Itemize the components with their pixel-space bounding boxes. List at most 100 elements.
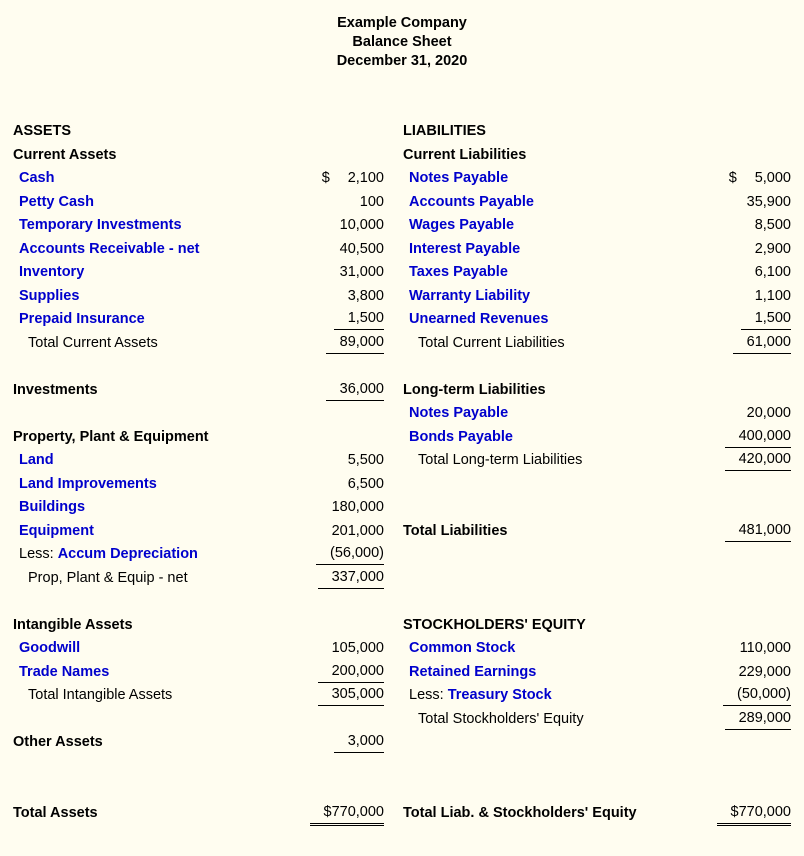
account-link-cash[interactable]: Cash (19, 167, 54, 191)
amount-bonds-payable: 400,000 (724, 426, 791, 448)
amount-treasury-stock: (50,000) (722, 684, 791, 706)
equity-heading-row: STOCKHOLDERS' EQUITY (403, 614, 791, 638)
amount-petty-cash: 100 (359, 193, 384, 210)
account-link-common-stock[interactable]: Common Stock (409, 637, 515, 661)
table-row: Land 5,500 (13, 449, 384, 473)
amount-accounts-payable: 35,900 (746, 193, 791, 210)
table-row: Retained Earnings 229,000 (403, 661, 791, 685)
subtotal-row: Total Current Liabilities 61,000 (403, 332, 791, 356)
account-link-accum-depreciation[interactable]: Accum Depreciation (58, 546, 198, 562)
table-row: Cash $2,100 (13, 167, 384, 191)
account-link-equipment[interactable]: Equipment (19, 520, 94, 544)
account-link-treasury-stock[interactable]: Treasury Stock (448, 687, 552, 703)
account-link-prepaid-insurance[interactable]: Prepaid Insurance (19, 308, 145, 332)
total-liabilities-equity-row: Total Liab. & Stockholders' Equity $770,… (403, 802, 791, 826)
account-link-petty-cash[interactable]: Petty Cash (19, 191, 94, 215)
less-prefix: Less: (19, 546, 54, 562)
table-row: Buildings 180,000 (13, 496, 384, 520)
table-row: Land Improvements 6,500 (13, 473, 384, 497)
current-liabilities-heading-row: Current Liabilities (403, 144, 791, 168)
currency-symbol: $ (321, 170, 330, 186)
amount-taxes-payable: 6,100 (754, 264, 791, 280)
account-link-interest-payable[interactable]: Interest Payable (409, 238, 520, 262)
account-link-bonds-payable[interactable]: Bonds Payable (409, 426, 513, 450)
total-current-assets-amount: 89,000 (325, 332, 384, 354)
amount-equipment: 201,000 (331, 522, 384, 539)
account-link-goodwill[interactable]: Goodwill (19, 637, 80, 661)
amount-supplies: 3,800 (347, 287, 384, 304)
account-link-unearned-revenues[interactable]: Unearned Revenues (409, 308, 548, 332)
statement-date: December 31, 2020 (336, 53, 468, 69)
investments-row: Investments 36,000 (13, 379, 384, 403)
account-link-buildings[interactable]: Buildings (19, 496, 85, 520)
account-link-warranty-liability[interactable]: Warranty Liability (409, 285, 530, 309)
total-longterm-liabilities-amount: 420,000 (724, 449, 791, 471)
table-row: Prepaid Insurance 1,500 (13, 308, 384, 332)
investments-label: Investments (13, 381, 98, 398)
table-row: Taxes Payable 6,100 (403, 261, 791, 285)
total-stockholders-equity-amount: 289,000 (724, 708, 791, 730)
account-link-supplies[interactable]: Supplies (19, 285, 79, 309)
liabilities-heading: LIABILITIES (403, 123, 486, 139)
account-link-land-improvements[interactable]: Land Improvements (19, 473, 157, 497)
account-link-taxes-payable[interactable]: Taxes Payable (409, 261, 508, 285)
other-assets-amount: 3,000 (333, 731, 384, 753)
table-row: Equipment 201,000 (13, 520, 384, 544)
table-row: Accounts Payable 35,900 (403, 191, 791, 215)
account-link-temporary-investments[interactable]: Temporary Investments (19, 214, 182, 238)
total-liabilities-label: Total Liabilities (403, 522, 508, 539)
longterm-liabilities-heading-row: Long-term Liabilities (403, 379, 791, 403)
total-intangible-assets-amount: 305,000 (317, 684, 384, 706)
account-link-wages-payable[interactable]: Wages Payable (409, 214, 514, 238)
subtotal-row: Total Current Assets 89,000 (13, 332, 384, 356)
amount-common-stock: 110,000 (739, 640, 791, 656)
account-link-trade-names[interactable]: Trade Names (19, 661, 109, 685)
total-current-liabilities-label: Total Current Liabilities (418, 334, 565, 351)
treasury-stock-row-label: Less: Treasury Stock (409, 684, 552, 708)
account-link-accounts-payable[interactable]: Accounts Payable (409, 191, 534, 215)
total-stockholders-equity-label: Total Stockholders' Equity (418, 710, 584, 727)
intangible-assets-heading: Intangible Assets (13, 616, 133, 633)
current-liabilities-heading: Current Liabilities (403, 146, 527, 163)
amount-land-improvements: 6,500 (347, 475, 384, 492)
amount-unearned-revenues: 1,500 (740, 308, 791, 330)
amount-cash: $2,100 (308, 167, 384, 191)
account-link-notes-payable-current[interactable]: Notes Payable (409, 167, 508, 191)
account-link-inventory[interactable]: Inventory (19, 261, 84, 285)
amount-buildings: 180,000 (331, 499, 384, 515)
total-liabilities-row: Total Liabilities 481,000 (403, 520, 791, 544)
table-row: Bonds Payable 400,000 (403, 426, 791, 450)
table-row: Common Stock 110,000 (403, 637, 791, 661)
total-liabilities-amount: 481,000 (724, 520, 791, 542)
total-current-assets-label: Total Current Assets (28, 334, 158, 351)
total-liabilities-equity-amount: $770,000 (716, 802, 791, 826)
account-link-notes-payable-longterm[interactable]: Notes Payable (409, 402, 508, 426)
total-liabilities-equity-label: Total Liab. & Stockholders' Equity (403, 804, 637, 821)
assets-heading-row: ASSETS (13, 120, 384, 144)
amount-wages-payable: 8,500 (754, 217, 791, 233)
stockholders-equity-heading: STOCKHOLDERS' EQUITY (403, 616, 586, 633)
table-row: Supplies 3,800 (13, 285, 384, 309)
account-link-retained-earnings[interactable]: Retained Earnings (409, 661, 536, 685)
total-intangible-assets-label: Total Intangible Assets (28, 687, 173, 703)
assets-heading: ASSETS (13, 123, 72, 139)
account-link-land[interactable]: Land (19, 449, 54, 473)
statement-name: Balance Sheet (352, 34, 452, 50)
total-longterm-liabilities-label: Total Long-term Liabilities (418, 452, 583, 468)
total-assets-label: Total Assets (13, 804, 98, 821)
account-link-accounts-receivable[interactable]: Accounts Receivable - net (19, 238, 200, 262)
amount-notes-payable-current: $5,000 (715, 167, 791, 191)
table-row: Inventory 31,000 (13, 261, 384, 285)
subtotal-row: Prop, Plant & Equip - net 337,000 (13, 567, 384, 591)
amount-accum-depreciation: (56,000) (315, 543, 384, 565)
current-assets-heading-row: Current Assets (13, 144, 384, 168)
